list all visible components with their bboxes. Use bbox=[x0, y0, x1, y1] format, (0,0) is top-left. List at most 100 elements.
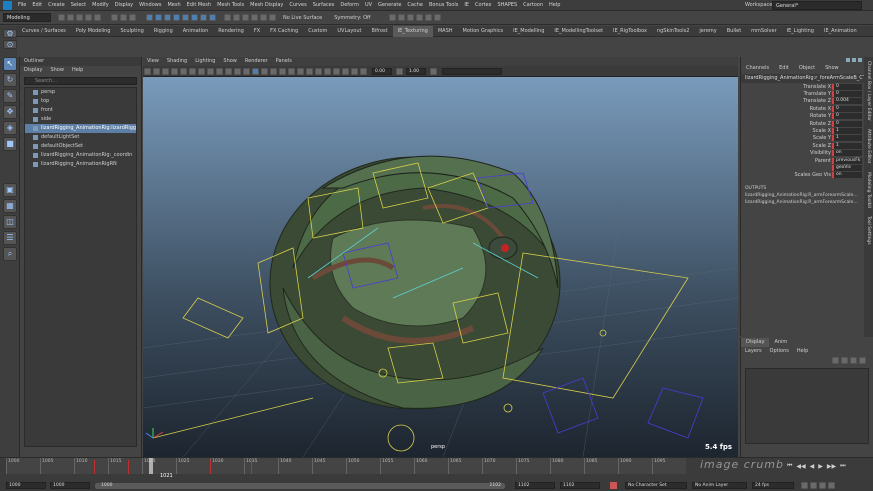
select-component-icon[interactable] bbox=[129, 14, 136, 21]
character-set-select[interactable]: No Character Set bbox=[625, 482, 687, 489]
outliner-item[interactable]: front bbox=[25, 106, 136, 115]
channel-value[interactable]: 1 bbox=[832, 128, 862, 135]
anim-layer-select[interactable]: No Anim Layer bbox=[692, 482, 747, 489]
menu-edit[interactable]: Edit bbox=[29, 0, 45, 11]
wireframe-icon[interactable] bbox=[243, 67, 250, 75]
channel-label[interactable]: Parent bbox=[815, 158, 831, 164]
camera-select-icon[interactable] bbox=[144, 67, 151, 75]
image-plane-icon[interactable] bbox=[171, 67, 178, 75]
lasso-tool-icon[interactable]: ↻ bbox=[3, 73, 17, 87]
animation-end-field[interactable]: 1102 bbox=[560, 482, 600, 489]
two-view-layout-icon[interactable]: ◫ bbox=[3, 215, 17, 229]
camera-attributes-icon[interactable] bbox=[153, 67, 160, 75]
channel-menu-channels[interactable]: Channels bbox=[741, 63, 774, 74]
outliner-item[interactable]: top bbox=[25, 97, 136, 106]
channel-label[interactable]: Rotate Z bbox=[810, 121, 831, 127]
shelf-tab-fx-caching[interactable]: FX Caching bbox=[265, 26, 303, 37]
shelf-tab-jeremy[interactable]: jeremy bbox=[694, 26, 721, 37]
play-forward-icon[interactable]: ▶ bbox=[818, 463, 823, 470]
channel-label[interactable]: Translate Z bbox=[803, 98, 831, 104]
rotate-tool-icon[interactable]: ◈ bbox=[3, 121, 17, 135]
channel-label[interactable]: Scale X bbox=[813, 128, 831, 134]
fps-select[interactable]: 24 fps bbox=[752, 482, 794, 489]
menu-help[interactable]: Help bbox=[546, 0, 563, 11]
side-tab-channel-box[interactable]: Channel Box / Layer Editor bbox=[864, 57, 871, 125]
shelf-tab-poly-modeling[interactable]: Poly Modeling bbox=[71, 26, 116, 37]
outputs-item[interactable]: lizardRigging_AnimationRig:R_armForearmS… bbox=[741, 199, 873, 206]
layer-menu-help[interactable]: Help bbox=[793, 347, 812, 356]
channel-filter-icon[interactable] bbox=[846, 58, 850, 62]
viewport-menu-renderer[interactable]: Renderer bbox=[241, 57, 272, 66]
wireframe-on-shaded-icon[interactable] bbox=[261, 67, 268, 75]
paint-select-tool-icon[interactable]: ✎ bbox=[3, 89, 17, 103]
viewport-panel[interactable]: View Shading Lighting Show Renderer Pane… bbox=[143, 57, 738, 457]
symmetry-label[interactable]: Symmetry: Off bbox=[334, 15, 370, 21]
layer-menu-options[interactable]: Options bbox=[766, 347, 793, 356]
side-tab-modeling-toolkit[interactable]: Modeling Toolkit bbox=[864, 168, 871, 212]
shelf-tab-custom[interactable]: Custom bbox=[303, 26, 332, 37]
channel-menu-show[interactable]: Show bbox=[820, 63, 844, 74]
go-to-end-icon[interactable]: ⏭ bbox=[840, 462, 845, 470]
current-frame-marker[interactable] bbox=[149, 458, 153, 474]
layer-tab-anim[interactable]: Anim bbox=[769, 338, 792, 347]
viewport-menu-shading[interactable]: Shading bbox=[163, 57, 191, 66]
exposure-icon[interactable] bbox=[360, 67, 367, 75]
ambient-occlusion-icon[interactable] bbox=[297, 67, 304, 75]
channel-label[interactable]: Scale Z bbox=[813, 143, 831, 149]
channel-value[interactable]: geoVis bbox=[832, 164, 862, 171]
channel-label[interactable]: Scale Y bbox=[813, 135, 831, 141]
select-tool-icon[interactable]: ↖ bbox=[3, 57, 17, 71]
menu-deform[interactable]: Deform bbox=[337, 0, 362, 11]
view-transform-select[interactable] bbox=[442, 67, 502, 75]
keyframe-marker[interactable] bbox=[251, 460, 252, 474]
gamma-field[interactable]: 1.00 bbox=[406, 67, 426, 75]
channel-box-node-name[interactable]: lizardRigging_AnimationRig:r_foreArmScal… bbox=[741, 74, 873, 83]
loop-icon[interactable] bbox=[801, 482, 808, 489]
playblast-icon[interactable] bbox=[434, 14, 442, 21]
render-frame-icon[interactable] bbox=[389, 14, 397, 21]
playback-start-field[interactable]: 1000 bbox=[50, 482, 90, 489]
viewport-menu-show[interactable]: Show bbox=[219, 57, 241, 66]
snap-view-icon[interactable] bbox=[260, 14, 267, 21]
mask-rendering-icon[interactable] bbox=[200, 14, 207, 21]
render-settings-icon[interactable] bbox=[407, 14, 415, 21]
mask-handles-icon[interactable] bbox=[146, 14, 153, 21]
viewport-menu-view[interactable]: View bbox=[143, 57, 163, 66]
menu-display[interactable]: Display bbox=[112, 0, 136, 11]
menu-bonus-tools[interactable]: Bonus Tools bbox=[426, 0, 461, 11]
smooth-shade-icon[interactable] bbox=[252, 67, 259, 75]
snap-surface-icon[interactable] bbox=[269, 14, 276, 21]
shelf-tab-rendering[interactable]: Rendering bbox=[213, 26, 249, 37]
keyframe-marker[interactable] bbox=[94, 460, 95, 474]
safe-title-icon[interactable] bbox=[234, 67, 241, 75]
single-view-layout-icon[interactable]: ▣ bbox=[3, 183, 17, 197]
layer-move-down-icon[interactable] bbox=[841, 356, 848, 364]
side-tab-tool-settings[interactable]: Tool Settings bbox=[864, 212, 871, 249]
shelf-tab-rigging[interactable]: Rigging bbox=[149, 26, 178, 37]
lock-icon[interactable] bbox=[224, 14, 231, 21]
isolate-select-icon[interactable] bbox=[333, 67, 340, 75]
live-surface-label[interactable]: No Live Surface bbox=[283, 15, 322, 21]
channel-label[interactable]: Rotate X bbox=[810, 106, 831, 112]
new-scene-icon[interactable] bbox=[58, 14, 65, 21]
select-hierarchy-icon[interactable] bbox=[111, 14, 118, 21]
mask-curves-icon[interactable] bbox=[164, 14, 171, 21]
shelf-tab-uvlayout[interactable]: UVLayout bbox=[332, 26, 366, 37]
channel-label[interactable]: Translate X bbox=[803, 84, 831, 90]
mode-select[interactable]: Modeling bbox=[3, 13, 51, 22]
bookmark-icon[interactable] bbox=[162, 67, 169, 75]
shelf-tab-motion-graphics[interactable]: Motion Graphics bbox=[458, 26, 509, 37]
shelf-tab-ngskintools2[interactable]: ngSkinTools2 bbox=[652, 26, 694, 37]
menu-select[interactable]: Select bbox=[68, 0, 89, 11]
render-view-icon[interactable] bbox=[425, 14, 433, 21]
lights-icon[interactable] bbox=[279, 67, 286, 75]
motion-blur-icon[interactable] bbox=[306, 67, 313, 75]
playback-end-field[interactable]: 1102 bbox=[515, 482, 555, 489]
play-back-icon[interactable]: ◀ bbox=[810, 463, 815, 470]
gate-mask-icon[interactable] bbox=[207, 67, 214, 75]
channel-value[interactable]: 1 bbox=[832, 142, 862, 149]
channel-label[interactable]: Visibility bbox=[810, 150, 831, 156]
animation-start-field[interactable]: 1000 bbox=[6, 482, 46, 489]
menu-curves[interactable]: Curves bbox=[286, 0, 309, 11]
snap-grid-icon[interactable] bbox=[233, 14, 240, 21]
